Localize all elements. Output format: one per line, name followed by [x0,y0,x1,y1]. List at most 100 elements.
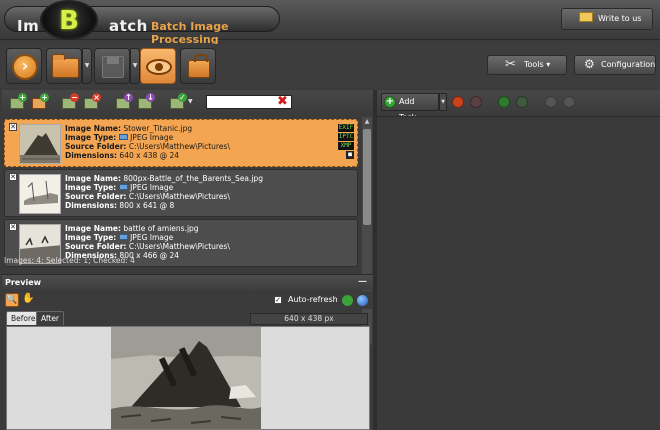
folder-label: Source Folder: [65,142,127,151]
folder-label: Source Folder: [65,192,127,201]
dims-label: Dimensions: [65,151,118,160]
preview-header: Preview — [2,274,373,290]
image-status: Images: 4; Selected: 1; Checked: 4 [4,256,135,265]
clear-filter-icon[interactable]: ✖ [277,94,288,109]
save-dropdown[interactable]: ▼ [130,48,140,84]
file-type-icon [118,184,128,190]
name-label: Image Name: [65,224,121,233]
item-checkbox[interactable]: ✕ [9,223,17,231]
gear-icon: ⚙ [584,57,595,71]
paste-task-icon[interactable] [563,96,575,108]
tasks-panel: Add Task... + ▼ [376,90,660,430]
title-bar: Im atch Batch Image Processing B Write t… [0,0,660,46]
preview-toolbar: 🔍 ✋ ✓ Auto-refresh [2,291,373,309]
write-to-us-button[interactable]: Write to us [561,8,653,30]
move-task-up-icon[interactable] [498,96,510,108]
remove-image-button[interactable]: − [60,93,79,111]
clear-tasks-icon[interactable] [470,96,482,108]
image-name: 800px-Battle_of_the_Barents_Sea.jpg [123,174,264,183]
logo-text-left: Im [17,17,40,35]
floppy-disk-icon [102,56,124,78]
preview-tabs: Before After 640 x 438 px [6,311,370,325]
plus-icon: + [18,93,27,102]
globe-icon[interactable] [357,295,368,306]
auto-refresh-label: Auto-refresh [288,295,338,304]
source-folder: C:\Users\Matthew\Pictures\ [128,192,230,201]
hand-pan-icon[interactable]: ✋ [22,293,34,304]
item-metadata: Image Name: Stower_Titanic.jpg Image Typ… [65,124,335,160]
source-folder: C:\Users\Matthew\Pictures\ [128,242,230,251]
image-name: battle of amiens.jpg [123,224,199,233]
preview-title: Preview [5,278,42,287]
preview-dimensions: 640 x 438 px [250,313,368,325]
open-folder-dropdown[interactable]: ▼ [82,48,92,84]
source-folder: C:\Users\Matthew\Pictures\ [128,142,230,151]
add-image-button[interactable]: + [8,93,27,111]
add-icon: + [384,96,396,108]
tab-after[interactable]: After [36,311,65,325]
item-metadata: Image Name: battle of amiens.jpg Image T… [65,224,335,260]
image-type: JPEG Image [130,133,174,142]
move-task-down-icon[interactable] [516,96,528,108]
scroll-thumb[interactable] [363,129,371,225]
move-down-button[interactable]: ↓ [136,93,155,111]
select-menu-button[interactable]: ✓ [168,93,187,111]
images-toolbar: + + − × ↑ ↓ ✓ ▼ ✖ [2,90,373,114]
image-dimensions: 800 x 641 @ 8 [119,201,175,210]
main-toolbar: › ▼ ▼ Tools ▾ ✂ Configuration ⚙ [0,44,660,88]
name-label: Image Name: [65,124,121,133]
item-checkbox[interactable]: ✕ [9,173,17,181]
logo-text-right: atch [109,17,148,35]
name-label: Image Name: [65,174,121,183]
copy-task-icon[interactable] [545,96,557,108]
images-panel: + + − × ↑ ↓ ✓ ▼ ✖ ✕ Image Name: Stower_T… [2,90,373,430]
save-button[interactable] [94,48,130,84]
image-dimensions: 640 x 438 @ 24 [119,151,180,160]
plus-icon: + [40,93,49,102]
collapse-icon[interactable]: — [358,275,367,290]
shop-button[interactable] [180,48,216,84]
preview-toggle-button[interactable] [140,48,176,84]
write-to-us-label: Write to us [598,14,642,23]
zoom-icon[interactable]: 🔍 [5,293,19,307]
open-folder-button[interactable] [46,48,82,84]
list-item[interactable]: ✕ Image Name: Stower_Titanic.jpg Image T… [4,119,358,167]
extra-badge: ■ [346,151,354,159]
image-thumbnail [19,124,61,164]
eye-icon [146,59,172,75]
refresh-icon[interactable] [342,295,353,306]
tasks-toolbar: Add Task... + ▼ [377,90,660,122]
task-list[interactable] [377,116,660,430]
play-arrow-icon: › [12,54,38,80]
run-button[interactable]: › [6,48,42,84]
list-item[interactable]: ✕ Image Name: 800px-Battle_of_the_Barent… [4,169,358,217]
file-type-icon [118,134,128,140]
shopping-bag-icon [188,54,210,78]
add-task-dropdown[interactable]: ▼ [439,93,447,111]
clear-images-button[interactable]: × [82,93,101,111]
select-menu-dropdown[interactable]: ▼ [188,93,196,111]
type-label: Image Type: [65,133,117,142]
tools-icon: ✂ [505,57,516,72]
app-tagline: Batch Image Processing [151,20,229,46]
add-folder-button[interactable]: + [30,93,49,111]
type-label: Image Type: [65,183,117,192]
move-up-button[interactable]: ↑ [114,93,133,111]
folder-label: Source Folder: [65,242,127,251]
auto-refresh-checkbox[interactable]: ✓ [274,296,282,304]
remove-task-icon[interactable] [452,96,464,108]
metadata-tags: EXIF IPTC XMP ■ [338,124,354,160]
iptc-badge: IPTC [338,133,354,141]
image-type: JPEG Image [130,183,174,192]
preview-image [111,327,261,429]
scroll-up-icon[interactable]: ▲ [362,117,372,127]
image-type: JPEG Image [130,233,174,242]
tools-menu-button[interactable]: Tools ▾ [487,55,567,75]
checklist-icon: ✓ [178,93,187,102]
arrow-up-icon: ↑ [124,93,133,102]
item-checkbox[interactable]: ✕ [9,123,17,131]
preview-canvas[interactable] [6,326,370,430]
logo-b-icon: B [40,0,98,40]
item-metadata: Image Name: 800px-Battle_of_the_Barents_… [65,174,335,210]
envelope-icon [579,12,593,22]
